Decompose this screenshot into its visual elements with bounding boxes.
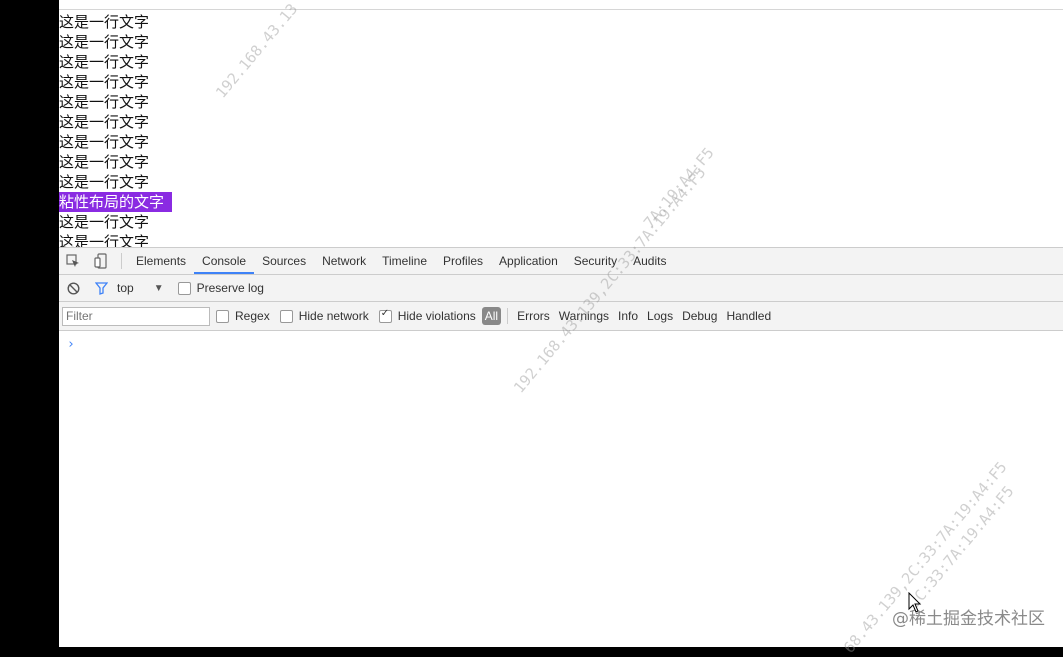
device-toolbar-icon[interactable] (87, 248, 115, 274)
regex-option[interactable]: Regex (216, 309, 270, 323)
log-levels: Errors Warnings Info Logs Debug Handled (508, 309, 771, 323)
devtools-tabbar: Elements Console Sources Network Timeline Pro… (59, 247, 1063, 275)
tab-elements[interactable]: Elements (128, 248, 194, 274)
level-debug[interactable]: Debug (682, 309, 717, 323)
hide-violations-option[interactable]: Hide violations (378, 308, 476, 323)
browser-top-strip (59, 0, 1063, 10)
context-selector[interactable]: top (117, 281, 134, 295)
text-line: 这是一行文字 (59, 213, 150, 231)
sticky-text: 粘性布局的文字 (59, 192, 173, 212)
devtools-tabs: Elements Console Sources Network Timeline Pro… (128, 248, 674, 274)
level-handled[interactable]: Handled (726, 309, 771, 323)
tab-network[interactable]: Network (314, 248, 374, 274)
preserve-log-checkbox[interactable] (177, 281, 191, 295)
devtools-panel: Elements Console Sources Network Timeline Pro… (59, 247, 1063, 647)
console-prompt[interactable]: › (67, 337, 75, 352)
filter-icon[interactable] (87, 275, 115, 301)
text-line: 这是一行文字 (59, 153, 150, 171)
tab-console[interactable]: Console (194, 248, 255, 274)
preserve-log-option[interactable]: Preserve log (177, 281, 264, 295)
context-dropdown-arrow-icon[interactable]: ▼ (154, 283, 164, 294)
tabbar-separator (121, 253, 122, 269)
text-line: 这是一行文字 (59, 33, 150, 51)
regex-label: Regex (235, 309, 270, 323)
text-line: 这是一行文字 (59, 113, 150, 131)
console-toolbar: top ▼ Preserve log (59, 275, 1063, 302)
hide-violations-label: Hide violations (397, 309, 476, 323)
text-line: 这是一行文字 (59, 133, 150, 151)
hide-violations-checkbox[interactable] (378, 308, 392, 323)
page-viewport: 这是一行文字 这是一行文字 这是一行文字 这是一行文字 这是一行文字 这是一行文字 这是一行… (59, 0, 1063, 247)
tab-application[interactable]: Application (491, 248, 566, 274)
text-line: 这是一行文字 (59, 173, 150, 191)
hide-network-label: Hide network (298, 309, 369, 323)
text-line: 这是一行文字 (59, 93, 150, 111)
hide-network-option[interactable]: Hide network (279, 309, 369, 323)
text-line: 这是一行文字 (59, 13, 150, 31)
level-logs[interactable]: Logs (647, 309, 673, 323)
page-content: 这是一行文字 这是一行文字 这是一行文字 这是一行文字 这是一行文字 这是一行文字 这是一行… (59, 12, 173, 247)
filter-input[interactable] (62, 306, 210, 326)
tab-sources[interactable]: Sources (254, 248, 314, 274)
text-line: 这是一行文字 (59, 233, 150, 247)
sticky-row: 粘性布局的文字 (59, 192, 173, 212)
text-line: 这是一行文字 (59, 53, 150, 71)
mouse-cursor-icon (908, 591, 922, 618)
hide-network-checkbox[interactable] (279, 309, 293, 323)
left-black-margin (0, 0, 59, 647)
text-line: 这是一行文字 (59, 73, 150, 91)
level-info[interactable]: Info (618, 309, 638, 323)
preserve-log-label: Preserve log (196, 281, 264, 295)
clear-console-icon[interactable] (59, 275, 87, 301)
tab-timeline[interactable]: Timeline (374, 248, 435, 274)
level-all-button[interactable]: All (481, 307, 502, 325)
tab-profiles[interactable]: Profiles (435, 248, 491, 274)
regex-checkbox[interactable] (216, 309, 229, 323)
inspect-element-icon[interactable] (59, 248, 87, 274)
level-errors[interactable]: Errors (517, 309, 550, 323)
